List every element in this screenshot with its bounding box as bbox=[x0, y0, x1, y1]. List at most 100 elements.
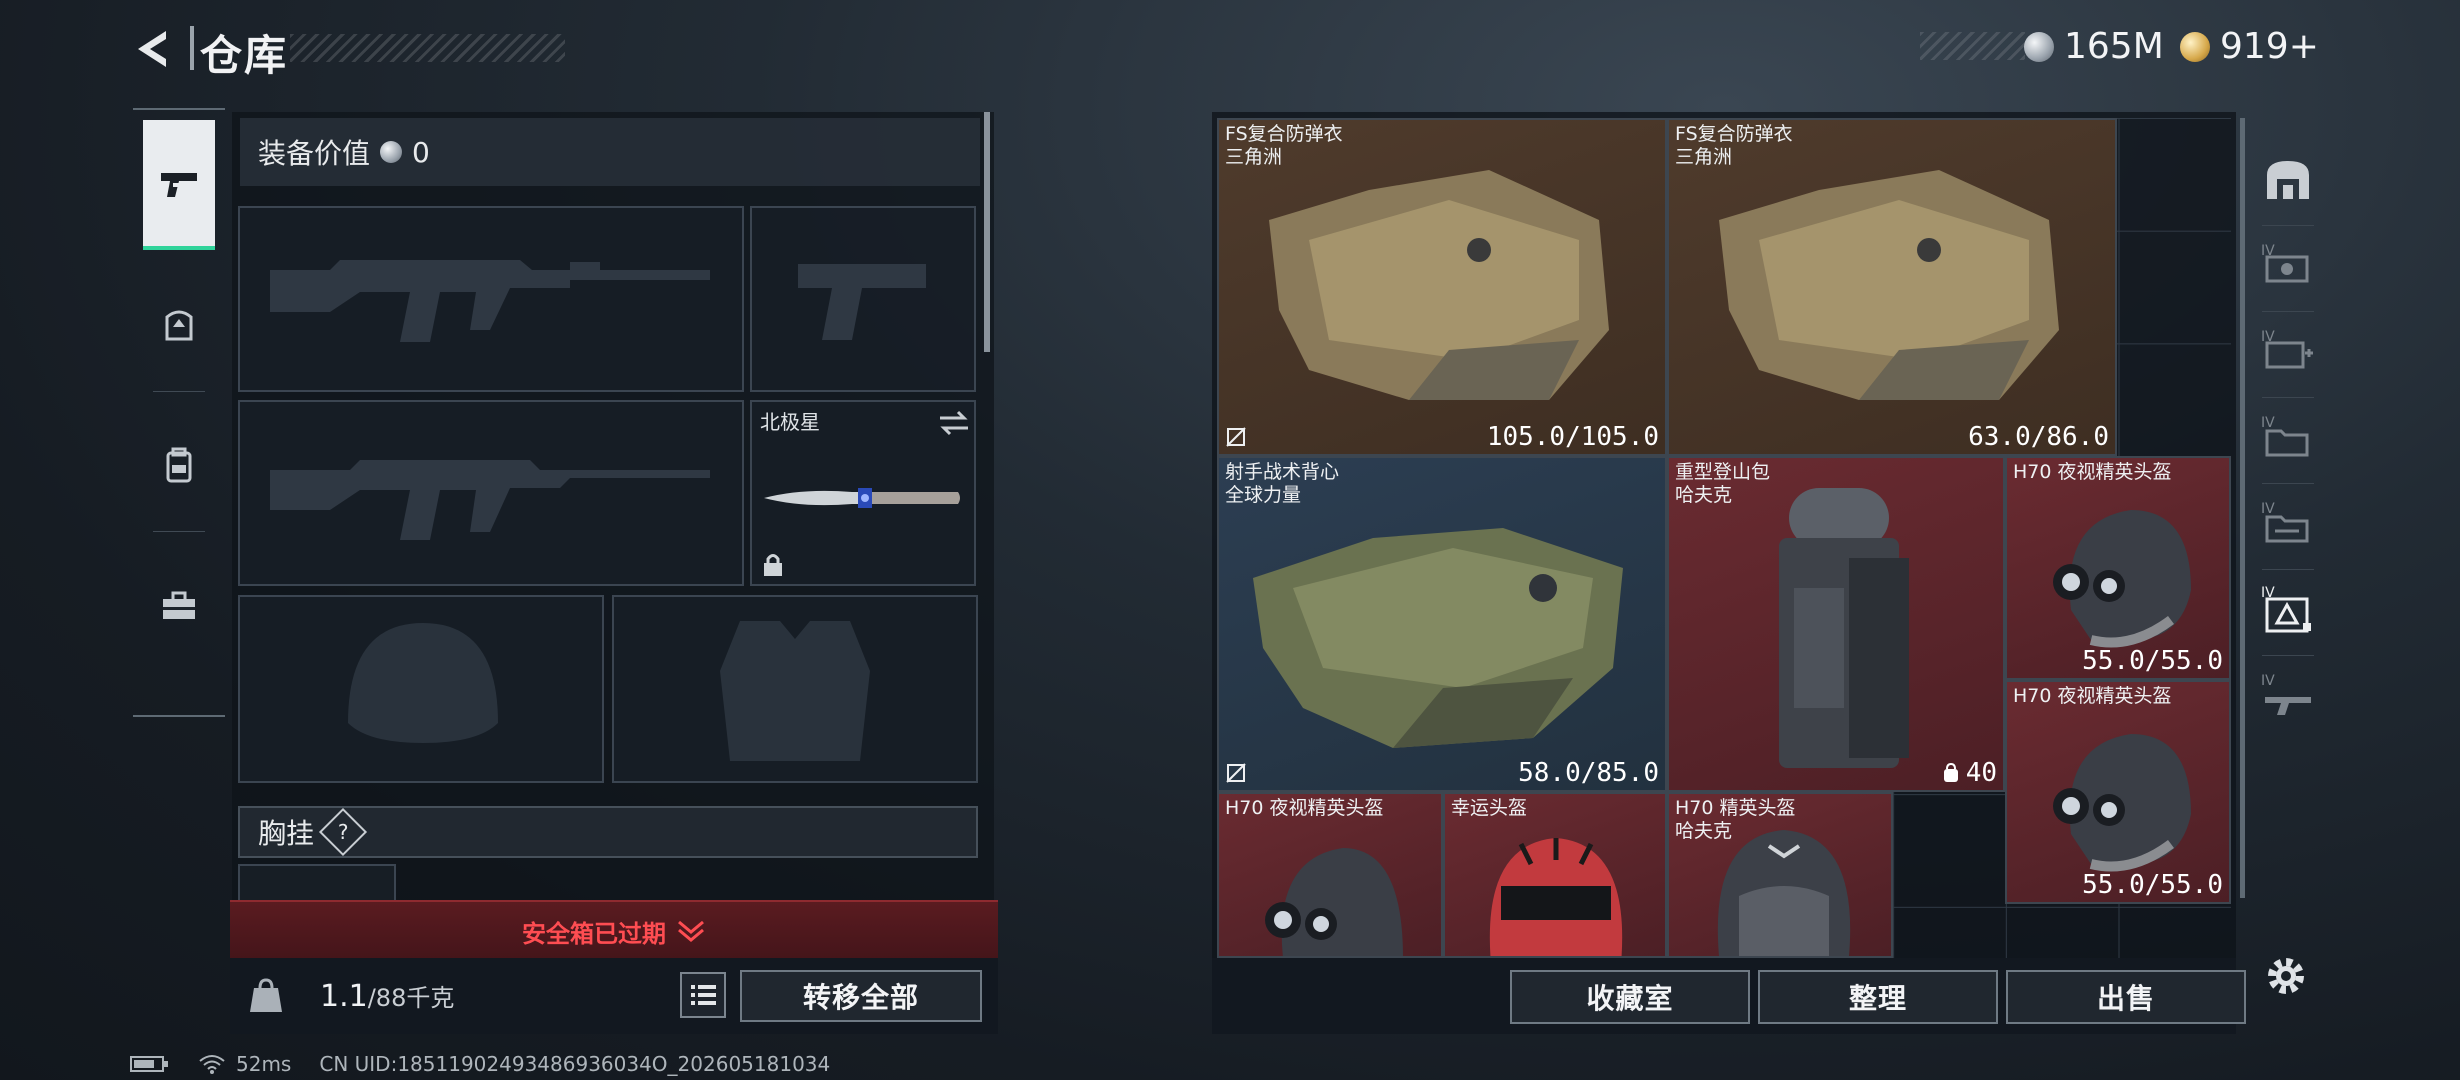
page-title: 仓库 bbox=[200, 31, 289, 80]
tier4-folder2-icon: IV bbox=[2261, 501, 2309, 543]
tab-armor[interactable] bbox=[143, 260, 215, 392]
svg-text:IV: IV bbox=[2261, 415, 2275, 431]
tier4-folder-icon: IV bbox=[2261, 415, 2309, 457]
currency-stripe-decoration bbox=[1920, 32, 2025, 60]
stash-item-armor-2[interactable]: FS复合防弹衣 三角洲 63.0/86.0 bbox=[1667, 118, 2117, 456]
equipment-value-header: 装备价值 0 bbox=[240, 118, 980, 186]
tab-medical[interactable]: IV bbox=[2254, 316, 2322, 398]
knife-icon bbox=[764, 488, 960, 508]
tier4-weapon-icon: IV bbox=[2261, 673, 2311, 715]
tactical-vest-image bbox=[1253, 528, 1623, 748]
rifle-silhouette-icon bbox=[270, 260, 710, 342]
backpack-icon bbox=[166, 447, 192, 483]
safe-box-expired-banner[interactable]: 安全箱已过期 bbox=[230, 900, 998, 960]
stash-scrollbar[interactable] bbox=[2240, 118, 2245, 898]
stash-item-nv-helmet-2[interactable]: H70 夜视精英头盔 55.0/55.0 bbox=[2005, 680, 2231, 904]
sell-button[interactable]: 出售 bbox=[2006, 970, 2246, 1024]
tab-documents[interactable]: IV bbox=[2254, 402, 2322, 484]
helmet-armor-icon bbox=[165, 310, 193, 341]
back-arrow-icon bbox=[138, 31, 166, 67]
no-insure-icon bbox=[1226, 763, 1246, 783]
helmet-silhouette-icon bbox=[348, 623, 498, 743]
loadout-scrollbar[interactable] bbox=[984, 112, 990, 352]
equipment-value-label: 装备价值 bbox=[258, 137, 371, 170]
status-bar: 52ms CN UID:18511902493486936034O_202605… bbox=[130, 1052, 830, 1076]
silver-coin-icon bbox=[380, 141, 403, 163]
sidearm-slot[interactable] bbox=[750, 206, 976, 392]
body-armor-slot[interactable] bbox=[612, 595, 978, 783]
collection-room-button[interactable]: 收藏室 bbox=[1510, 970, 1750, 1024]
help-icon[interactable]: ? bbox=[318, 807, 368, 857]
nv-helmet-image bbox=[2053, 734, 2191, 872]
helmet-slot[interactable] bbox=[238, 595, 604, 783]
chest-rig-label: 胸挂 bbox=[258, 817, 315, 850]
body-armor-image bbox=[1719, 170, 2059, 400]
silver-coin-icon bbox=[2024, 31, 2054, 62]
stash-item-elite-helmet[interactable]: H70 精英头盔 哈夫克 bbox=[1667, 792, 1893, 958]
tier4-armor-icon: IV bbox=[2261, 585, 2311, 633]
stash-item-lucky-helmet[interactable]: 幸运头盔 bbox=[1443, 792, 1667, 958]
back-button[interactable] bbox=[130, 25, 178, 73]
tab-all-stash[interactable] bbox=[2254, 144, 2322, 226]
tab-armor-stash[interactable]: IV bbox=[2254, 574, 2322, 656]
tab-weapons[interactable] bbox=[143, 120, 215, 250]
swap-icon[interactable] bbox=[938, 410, 970, 436]
list-view-button[interactable] bbox=[680, 972, 726, 1018]
weight-icon bbox=[250, 978, 282, 1012]
melee-slot-label: 北极星 bbox=[760, 410, 820, 434]
chevron-down-icon bbox=[678, 920, 704, 942]
ping-value: 52ms bbox=[236, 1052, 292, 1076]
tab-materials[interactable]: IV bbox=[2254, 488, 2322, 570]
silver-currency-value: 165M bbox=[2064, 26, 2164, 67]
nv-helmet-image bbox=[2053, 510, 2191, 648]
stash-item-armor-1[interactable]: FS复合防弹衣 三角洲 105.0/105.0 bbox=[1217, 118, 1667, 456]
stash-item-heavy-backpack[interactable]: 重型登山包 哈夫克 40 bbox=[1667, 456, 2005, 792]
toolbox-icon bbox=[163, 591, 195, 619]
loadout-category-tabs bbox=[133, 108, 225, 717]
item-name: 射手战术背心 全球力量 bbox=[1225, 461, 1340, 506]
rifle-silhouette-icon bbox=[270, 460, 710, 540]
gear-icon bbox=[2268, 958, 2304, 994]
stash-category-tabs: IV IV IV IV IV IV bbox=[2252, 118, 2324, 898]
safe-box-status: 安全箱已过期 bbox=[522, 919, 666, 948]
lock-icon bbox=[764, 554, 782, 576]
elite-helmet-image bbox=[1717, 830, 1851, 956]
item-durability: 55.0/55.0 bbox=[2082, 870, 2223, 900]
title-divider bbox=[190, 26, 194, 70]
wifi-icon bbox=[199, 1055, 225, 1074]
melee-slot[interactable]: 北极星 bbox=[750, 400, 976, 586]
primary-weapon-slot[interactable] bbox=[238, 206, 744, 392]
equipment-value: 0 bbox=[412, 135, 430, 169]
sort-button[interactable]: 整理 bbox=[1758, 970, 1998, 1024]
pistol-silhouette-icon bbox=[798, 264, 926, 340]
weight-max: /88千克 bbox=[367, 984, 455, 1012]
pistol-icon bbox=[161, 173, 197, 197]
item-durability: 55.0/55.0 bbox=[2082, 646, 2223, 676]
tier4-card-icon: IV bbox=[2261, 243, 2309, 283]
svg-text:IV: IV bbox=[2261, 673, 2275, 689]
weight-current: 1.1 bbox=[320, 979, 368, 1014]
tab-cards[interactable]: IV bbox=[2254, 230, 2322, 312]
item-durability: 58.0/85.0 bbox=[1518, 758, 1659, 788]
nv-helmet-image bbox=[1265, 848, 1403, 956]
stash-item-nv-helmet-3[interactable]: H70 夜视精英头盔 bbox=[1217, 792, 1443, 958]
transfer-all-button[interactable]: 转移全部 bbox=[740, 970, 982, 1022]
tab-backpack[interactable] bbox=[143, 400, 215, 532]
item-name: 幸运头盔 bbox=[1451, 797, 1528, 819]
tab-toolbox[interactable] bbox=[143, 540, 215, 670]
item-name: H70 夜视精英头盔 bbox=[2013, 461, 2172, 483]
settings-button[interactable] bbox=[2262, 952, 2310, 1000]
secondary-weapon-slot[interactable] bbox=[238, 400, 744, 586]
tab-weapons-stash[interactable]: IV bbox=[2254, 660, 2322, 730]
stash-item-nv-helmet-1[interactable]: H70 夜视精英头盔 55.0/55.0 bbox=[2005, 456, 2231, 680]
stash-item-tactical-vest[interactable]: 射手战术背心 全球力量 58.0/85.0 bbox=[1217, 456, 1667, 792]
item-name: H70 夜视精英头盔 bbox=[2013, 685, 2172, 707]
backpack-image bbox=[1779, 488, 1909, 768]
svg-text:IV: IV bbox=[2261, 501, 2275, 517]
gold-currency-value: 919+ bbox=[2220, 26, 2319, 67]
gold-currency[interactable]: 919+ bbox=[2180, 26, 2319, 67]
item-count: 40 bbox=[1942, 758, 1997, 788]
gold-coin-icon bbox=[2180, 31, 2210, 62]
list-icon bbox=[691, 985, 716, 1005]
vest-silhouette-icon bbox=[720, 621, 870, 761]
